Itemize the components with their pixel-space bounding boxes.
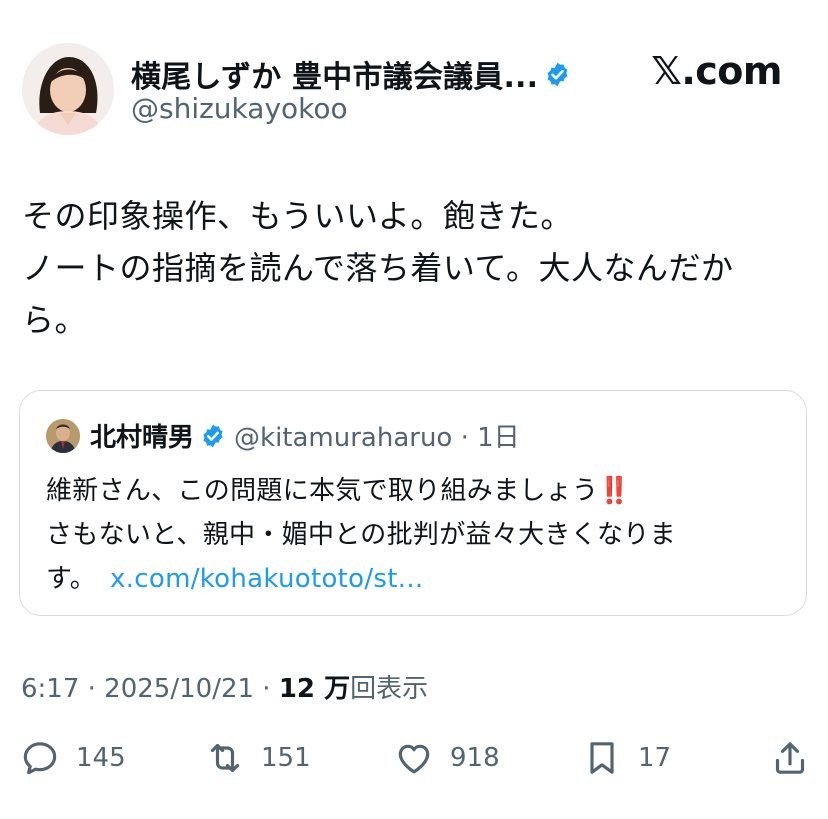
share-button[interactable] (770, 728, 810, 788)
quote-text-segment: 維新さん、この問題に本気で取り組みましょう (46, 476, 599, 506)
quote-text-line: 維新さん、この問題に本気で取り組みましょう‼️ (46, 469, 796, 513)
view-count: 12 万 (278, 674, 351, 704)
reply-icon (23, 742, 57, 775)
author-handle[interactable]: @shizukayokoo (131, 92, 348, 125)
tweet: 横尾しずか 豊中市議会議員... @shizukayokoo 𝕏.com その印… (0, 0, 828, 819)
share-icon (775, 742, 805, 774)
tweet-text-line: その印象操作、もういいよ。飽きた。 (22, 197, 573, 235)
repost-count: 151 (261, 743, 311, 773)
quote-text: 維新さん、この問題に本気で取り組みましょう‼️ さもないと、親中・媚中との批判が… (46, 469, 796, 601)
quote-header: 北村晴男 @kitamuraharuo · 1日 (46, 417, 520, 454)
view-label: 回表示 (350, 674, 429, 704)
timestamp[interactable]: 6:17 · 2025/10/21 · (21, 674, 279, 704)
double-exclamation-icon: ‼️ (598, 476, 630, 506)
quote-text-line: さもないと、親中・媚中との批判が益々大きくなりま (46, 520, 676, 550)
tweet-text-line: ノートの指摘を読んで落ち着いて。大人なんだか (22, 249, 734, 287)
repost-icon (210, 743, 240, 773)
verified-badge-icon (547, 62, 568, 86)
quote-author-name[interactable]: 北村晴男 (90, 417, 194, 454)
tweet-meta: 6:17 · 2025/10/21 · 12 万回表示 (21, 668, 428, 705)
repost-button[interactable]: 151 (205, 728, 311, 788)
quote-author-avatar[interactable] (46, 418, 80, 453)
tweet-text: その印象操作、もういいよ。飽きた。 ノートの指摘を読んで落ち着いて。大人なんだか… (22, 190, 802, 346)
bookmark-button[interactable]: 17 (582, 728, 671, 788)
author-display-name[interactable]: 横尾しずか 豊中市議会議員... (131, 52, 538, 96)
verified-badge-icon (203, 424, 223, 447)
author-name-row: 横尾しずか 豊中市議会議員... (131, 52, 571, 96)
heart-icon (398, 744, 430, 774)
bookmark-icon (590, 742, 614, 774)
reply-count: 145 (76, 743, 126, 773)
quote-text-segment: す。 (46, 564, 97, 594)
action-bar: 145 151 918 17 (0, 728, 828, 788)
like-count: 918 (450, 743, 500, 773)
reply-button[interactable]: 145 (20, 728, 126, 788)
quote-author-handle-time: @kitamuraharuo · 1日 (234, 423, 520, 453)
quote-link[interactable]: x.com/kohakuototo/st... (110, 564, 423, 594)
x-logo: 𝕏.com (651, 49, 782, 93)
tweet-text-line: ら。 (22, 301, 88, 339)
like-button[interactable]: 918 (394, 728, 500, 788)
quoted-tweet-card[interactable]: 北村晴男 @kitamuraharuo · 1日 維新さん、この問題に本気で取り… (19, 390, 807, 616)
quote-text-line: す。 x.com/kohakuototo/st... (46, 557, 796, 601)
bookmark-count: 17 (638, 743, 672, 773)
author-avatar[interactable] (22, 43, 114, 135)
